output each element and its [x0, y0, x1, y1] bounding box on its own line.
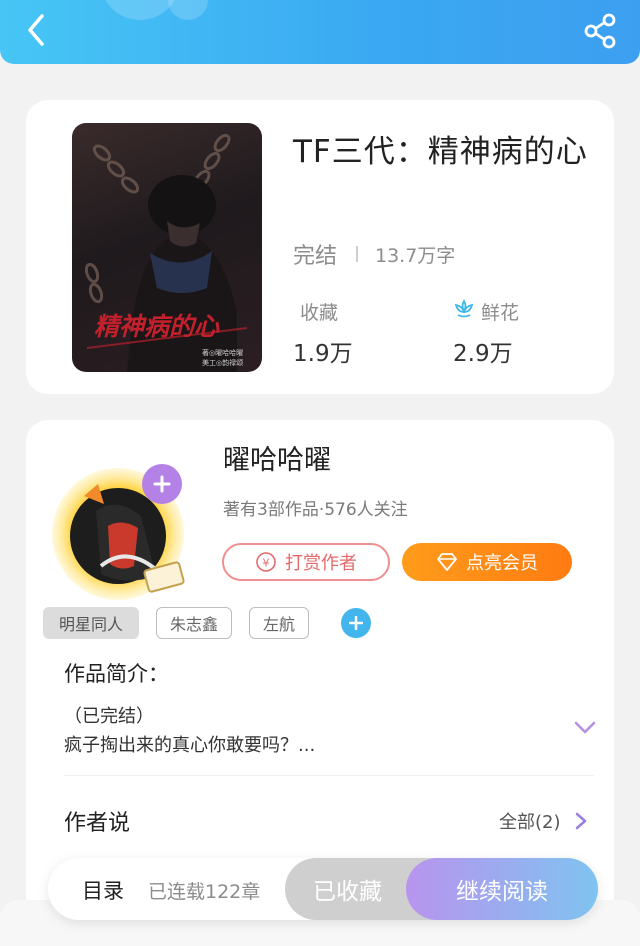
book-cover[interactable]: 精神病的心 著◎曜哈哈曜 美工◎韵禄颂	[72, 123, 262, 372]
author-says-all-link[interactable]: 全部(2)	[499, 808, 561, 834]
tag-item[interactable]: 朱志鑫	[156, 607, 232, 639]
favorited-label: 已收藏	[313, 879, 382, 905]
flowers-label: 鲜花	[481, 302, 520, 324]
cover-credit-line1: 著◎曜哈哈曜	[202, 348, 243, 357]
favorites-label: 收藏	[300, 302, 339, 324]
add-tag-button[interactable]	[341, 608, 371, 638]
section-divider	[64, 775, 594, 776]
word-count: 13.7万字	[375, 245, 456, 267]
book-title: TF三代：精神病的心	[293, 134, 588, 170]
author-name[interactable]: 曜哈哈曜	[223, 438, 331, 477]
decor-bubble	[168, 0, 208, 20]
flowers-count: 2.9万	[453, 341, 513, 367]
tip-author-button[interactable]: ¥ 打赏作者	[222, 543, 390, 581]
chevron-right-icon[interactable]	[574, 811, 588, 831]
stat-divider	[356, 246, 358, 262]
synopsis-title: 作品简介：	[64, 662, 169, 686]
tip-author-label: 打赏作者	[285, 553, 357, 574]
synopsis-status: （已完结）	[64, 706, 154, 727]
cover-credit-line2: 美工◎韵禄颂	[202, 358, 243, 367]
plus-icon	[349, 616, 363, 630]
tag-item[interactable]: 左航	[249, 607, 309, 639]
light-up-vip-button[interactable]: 点亮会员	[402, 543, 572, 581]
author-avatar[interactable]	[46, 456, 196, 606]
author-meta: 著有3部作品·576人关注	[223, 500, 408, 520]
top-header	[0, 0, 640, 64]
yen-coin-icon: ¥	[256, 552, 276, 572]
cover-art: 精神病的心 著◎曜哈哈曜 美工◎韵禄颂	[84, 133, 248, 372]
book-info-card: 精神病的心 著◎曜哈哈曜 美工◎韵禄颂 TF三代：精神病的心 完结 13.7万字…	[26, 100, 614, 394]
diamond-icon	[437, 553, 457, 571]
flower-icon	[454, 299, 474, 318]
follow-author-button[interactable]	[142, 464, 182, 504]
share-icon	[584, 13, 616, 49]
chevron-left-icon	[28, 14, 44, 46]
cover-title-text: 精神病的心	[94, 312, 220, 341]
chapter-count: 已连载122章	[148, 881, 261, 903]
favorites-count: 1.9万	[293, 341, 353, 367]
back-button[interactable]	[18, 10, 58, 50]
tag-category[interactable]: 明星同人	[43, 607, 139, 639]
chevron-down-icon[interactable]	[573, 720, 597, 736]
author-says-title: 作者说	[64, 811, 131, 836]
book-status: 完结	[293, 244, 338, 269]
vip-label: 点亮会员	[466, 553, 538, 574]
continue-reading-label: 继续阅读	[456, 879, 548, 905]
bottom-action-bar: 目录 已连载122章 已收藏 继续阅读	[48, 858, 598, 920]
continue-reading-button[interactable]: 继续阅读	[406, 858, 598, 920]
svg-text:¥: ¥	[263, 557, 270, 570]
share-button[interactable]	[582, 12, 620, 50]
synopsis-text: 疯子掏出来的真心你敢要吗？...	[64, 735, 316, 756]
toc-button[interactable]: 目录	[82, 875, 124, 905]
plus-icon	[153, 475, 171, 493]
